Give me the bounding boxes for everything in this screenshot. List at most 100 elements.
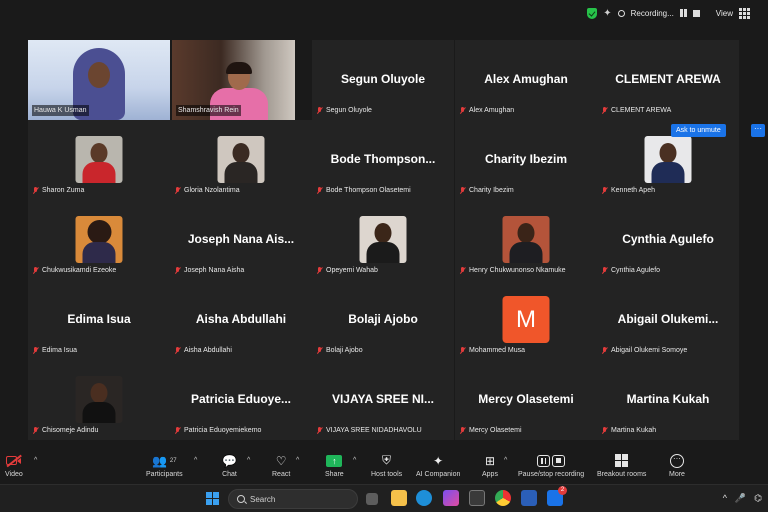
profile-photo [502,216,550,263]
shield-icon: ⛨ [382,453,392,467]
participant-tile-mercy[interactable]: Mercy Olasetemi Mercy Olasetemi [455,360,597,440]
participant-name: Bode Thompson Olasetemi [326,187,411,194]
video-button[interactable]: Video [5,452,23,482]
profile-photo [644,136,692,183]
encryption-shield-icon[interactable] [587,7,598,19]
host-tools-button[interactable]: ⛨ Host tools [371,452,402,482]
participant-tile-segun[interactable]: Segun Oluyole Segun Oluyole [312,40,454,120]
participant-tile-alex[interactable]: Alex Amughan Alex Amughan [455,40,597,120]
participant-tile-bode[interactable]: Bode Thompson... Bode Thompson Olasetemi [312,120,454,200]
view-button[interactable]: View [716,9,733,18]
participant-tile-bolaji[interactable]: Bolaji Ajobo Bolaji Ajobo [312,280,454,360]
participant-name: Mohammed Musa [469,347,526,354]
participant-tile-opeyemi[interactable]: Opeyemi Wahab [312,200,454,280]
mic-muted-icon [32,186,39,195]
participants-button[interactable]: 👥 27 Participants [146,452,183,482]
chat-button[interactable]: 💬 Chat [222,452,237,482]
system-tray: ^ 🎤 ⌬ [723,493,762,504]
participant-display-name: Patricia Eduoye... [190,392,292,406]
share-caret-icon[interactable]: ^ [353,457,356,464]
participant-tile-sharon[interactable]: Sharon Zuma [28,120,170,200]
participant-name: Chisomeje Adindu [42,427,99,434]
participant-tile-patricia[interactable]: Patricia Eduoye... Patricia Eduoyemiekem… [170,360,312,440]
participant-tile-henry[interactable]: Henry Chukwunonso Nkamuke [455,200,597,280]
participant-tile-abigail[interactable]: Abigail Olukemi... Abigail Olukemi Somoy… [597,280,739,360]
sparkle-icon: ✦ [433,453,444,468]
react-caret-icon[interactable]: ^ [296,457,299,464]
participant-display-name: Joseph Nana Ais... [187,232,295,246]
file-explorer-icon[interactable] [391,490,407,506]
participant-tile-chisomeje[interactable]: Chisomeje Adindu [28,360,170,440]
video-options-caret-icon[interactable]: ^ [34,457,37,464]
share-screen-icon: ↑ [326,454,343,467]
share-button[interactable]: ↑ Share [325,452,344,482]
participant-name: Edima Isua [42,347,78,354]
participant-tile-charity[interactable]: Charity Ibezim Charity Ibezim [455,120,597,200]
ai-sparkle-icon[interactable]: ✦ [603,8,611,19]
stop-recording-icon[interactable] [692,9,700,17]
participant-tile-mohammed[interactable]: M Mohammed Musa [455,280,597,360]
participant-tile-hauwa[interactable]: Hauwa K Usman [28,40,170,120]
participants-caret-icon[interactable]: ^ [194,457,197,464]
participant-display-name: Segun Oluyole [340,72,425,86]
participant-tile-chukwusikamdi[interactable]: Chukwusikamdi Ezeoke [28,200,170,280]
pause-recording-icon[interactable] [679,9,687,17]
apps-caret-icon[interactable]: ^ [504,457,507,464]
mic-muted-icon [316,266,323,275]
gallery-grid-icon[interactable] [739,7,750,19]
tray-chevron-icon[interactable]: ^ [723,493,727,504]
breakout-rooms-button[interactable]: Breakout rooms [597,452,646,482]
participant-tile-aisha[interactable]: Aisha Abdullahi Aisha Abdullahi [170,280,312,360]
zoom-app-icon[interactable]: 2 [547,486,567,506]
microphone-icon[interactable]: 🎤 [735,493,746,504]
network-icon[interactable]: ⌬ [754,493,762,504]
taskbar-search-box[interactable]: Search [228,489,358,509]
participant-name: Alex Amughan [469,107,515,114]
ask-to-unmute-button[interactable]: Ask to unmute [671,124,726,137]
recording-label: Recording... [630,8,674,18]
participant-tile-joseph[interactable]: Joseph Nana Ais... Joseph Nana Aisha [170,200,312,280]
more-label: More [669,471,685,478]
react-button[interactable]: ♡ React [272,452,290,482]
profile-photo [359,216,407,263]
recording-icon [617,9,625,17]
word-icon[interactable] [521,490,537,506]
pause-stop-icon [537,454,566,467]
participant-tile-cynthia[interactable]: Cynthia Agulefo Cynthia Agulefo [597,200,739,280]
participant-tile-martina[interactable]: Martina Kukah Martina Kukah [597,360,739,440]
tile-more-options-button[interactable]: ··· [751,124,765,137]
participant-tile-vijaya[interactable]: VIJAYA SREE NI... VIJAYA SREE NIDADHAVOL… [312,360,454,440]
mic-muted-icon [601,186,608,195]
copilot-icon[interactable] [443,490,459,506]
chat-caret-icon[interactable]: ^ [247,457,250,464]
more-button[interactable]: ··· More [669,452,685,482]
pause-stop-recording-label: Pause/stop recording [518,471,585,478]
participant-name: VIJAYA SREE NIDADHAVOLU [326,427,422,434]
host-tools-label: Host tools [371,471,403,478]
participant-display-name: Alex Amughan [484,72,568,86]
gallery-view: Hauwa K Usman Shamshravish Rein Segun Ol… [26,40,765,440]
participant-name: Mercy Olasetemi [469,427,522,434]
participant-name: Martina Kukah [611,427,657,434]
chrome-icon[interactable] [495,490,511,506]
participant-name: Sharon Zuma [42,187,85,194]
participant-tile-clement[interactable]: CLEMENT AREWA CLEMENT AREWA [597,40,739,120]
participant-tile-gloria[interactable]: Gloria Nzolantima [170,120,312,200]
share-label: Share [325,471,344,478]
mic-muted-icon [174,266,181,275]
participant-name: Joseph Nana Aisha [184,267,245,274]
store-icon[interactable] [469,490,485,506]
participant-tile-edima[interactable]: Edima Isua Edima Isua [28,280,170,360]
mic-muted-icon [601,106,608,115]
windows-start-icon[interactable] [206,492,219,505]
pause-stop-recording-button[interactable]: Pause/stop recording [518,452,584,482]
mic-muted-icon [316,426,323,435]
heart-icon: ♡ [275,453,287,468]
apps-button[interactable]: ⊞ Apps [482,452,498,482]
edge-browser-icon[interactable] [416,490,432,506]
search-label: Search [250,494,276,504]
ai-companion-button[interactable]: ✦ AI Companion [416,452,460,482]
participant-tile-shamshravish[interactable]: Shamshravish Rein [172,40,295,120]
mic-muted-icon [32,346,39,355]
task-view-icon[interactable] [366,493,378,505]
